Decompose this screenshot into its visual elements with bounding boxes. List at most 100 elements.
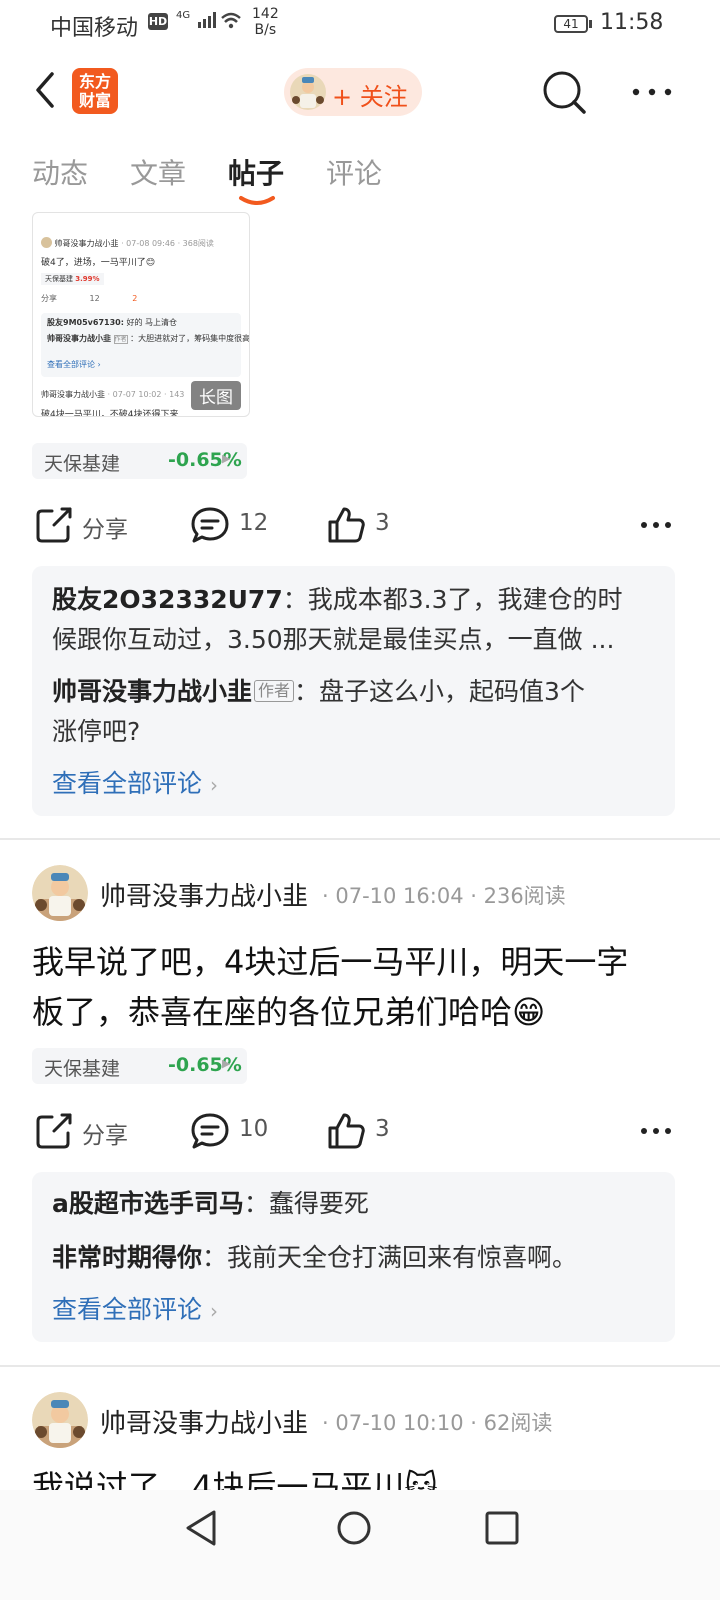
thumb-next-meta: · 07-07 10:02 · 143 bbox=[107, 390, 185, 399]
more-icon[interactable] bbox=[636, 513, 676, 553]
view-all-comments-link[interactable]: 查看全部评论 › bbox=[52, 1290, 655, 1331]
more-icon[interactable] bbox=[636, 1119, 676, 1159]
avatar[interactable] bbox=[32, 1392, 88, 1448]
post-text-line: 我早说了吧，4块过后一马平川，明天一字 bbox=[32, 943, 629, 981]
comment-preview-box[interactable]: a股超市选手司马：蠢得要死 非常时期得你：我前天全仓打满回来有惊喜啊。 查看全部… bbox=[32, 1172, 675, 1342]
long-image-thumbnail[interactable]: 帅哥没事力战小韭 · 07-08 09:46 · 368阅读 破4了，进场，一马… bbox=[32, 212, 250, 417]
thumb-actions: 分享 12 2 bbox=[41, 293, 137, 304]
stock-name: 天保基建 bbox=[44, 453, 121, 475]
nav-back-icon[interactable] bbox=[182, 1508, 222, 1548]
carrier-label: 中国移动 bbox=[50, 16, 139, 41]
speed-unit: B/s bbox=[254, 22, 277, 38]
thumb-avatar bbox=[41, 237, 52, 248]
tab-comments[interactable]: 评论 bbox=[326, 152, 382, 192]
post-action-bar: 分享 10 3 bbox=[32, 1106, 692, 1156]
comment-item: 股友2O32332U77：我成本都3.3了，我建仓的时 bbox=[52, 580, 655, 620]
stock-chip[interactable]: 天保基建 -0.65% ▶ bbox=[32, 1048, 247, 1084]
thumb-author: 帅哥没事力战小韭 bbox=[54, 239, 119, 248]
comment-user[interactable]: a股超市选手司马 bbox=[52, 1189, 244, 1218]
share-button[interactable]: 分享 bbox=[82, 1116, 128, 1150]
comment-user[interactable]: 非常时期得你 bbox=[52, 1243, 202, 1272]
battery-icon: 41 bbox=[554, 15, 588, 33]
network-type: 4G bbox=[176, 10, 191, 21]
post-action-bar: 分享 12 3 bbox=[32, 500, 692, 550]
post-author[interactable]: 帅哥没事力战小韭 bbox=[100, 876, 308, 913]
thumb-comment-box: 股友9M05v67130: 好的 马上清仓 帅哥没事力战小韭 作者 ：大胆进就对… bbox=[41, 313, 249, 377]
active-tab-indicator bbox=[238, 193, 276, 207]
thumb-next-author: 帅哥没事力战小韭 bbox=[41, 390, 105, 399]
like-count[interactable]: 3 bbox=[375, 1116, 390, 1142]
chevron-right-icon: › bbox=[209, 1299, 218, 1323]
comment-count[interactable]: 10 bbox=[239, 1116, 268, 1142]
comment-user[interactable]: 股友2O32332U77 bbox=[52, 585, 283, 614]
post-text-line: 我说过了，4块后一马平川🐱 bbox=[32, 1468, 438, 1490]
post-meta: · 07-10 16:04 · 236阅读 bbox=[322, 884, 566, 908]
thumb-comments: 12 bbox=[89, 294, 100, 303]
chevron-right-icon: ▶ bbox=[222, 1057, 231, 1070]
share-button[interactable]: 分享 bbox=[82, 510, 128, 544]
post-author[interactable]: 帅哥没事力战小韭 bbox=[100, 1403, 308, 1440]
avatar[interactable] bbox=[32, 865, 88, 921]
comment-text-continued: 涨停吧? bbox=[52, 717, 141, 746]
status-bar: 中国移动 HD 4G 142 B/s 41 11:58 bbox=[0, 0, 720, 50]
thumb-likes: 2 bbox=[132, 294, 138, 303]
app-logo[interactable]: 东方 财富 bbox=[72, 68, 118, 114]
follow-button[interactable]: + 关注 bbox=[284, 68, 422, 116]
search-icon[interactable] bbox=[540, 68, 588, 116]
more-icon[interactable] bbox=[628, 80, 676, 104]
like-count[interactable]: 3 bbox=[375, 510, 390, 536]
comment-text: ：我前天全仓打满回来有惊喜啊。 bbox=[202, 1243, 578, 1272]
comment-text: ：我成本都3.3了，我建仓的时 bbox=[282, 585, 623, 614]
comment-text: ：蠢得要死 bbox=[243, 1189, 369, 1218]
thumb-reply1: 股友9M05v67130: 好的 马上清仓 bbox=[47, 317, 177, 328]
comment-count[interactable]: 12 bbox=[239, 510, 268, 536]
thumb-header: 帅哥没事力战小韭 · 07-08 09:46 · 368阅读 bbox=[41, 237, 214, 249]
thumb-next-header: 帅哥没事力战小韭 · 07-07 10:02 · 143 bbox=[41, 389, 184, 400]
like-icon[interactable] bbox=[326, 505, 366, 545]
thumb-share: 分享 bbox=[41, 294, 57, 303]
thumb-stock-pct: 3.99% bbox=[75, 275, 100, 283]
post-divider bbox=[0, 1365, 720, 1367]
tab-articles[interactable]: 文章 bbox=[130, 152, 186, 192]
post-divider bbox=[0, 838, 720, 840]
follow-label: + 关注 bbox=[332, 83, 408, 111]
thumb-stock-name: 天保基建 bbox=[45, 275, 73, 283]
comment-preview-box[interactable]: 股友2O32332U77：我成本都3.3了，我建仓的时 候跟你互动过，3.50那… bbox=[32, 566, 675, 816]
thumb-view-all: 查看全部评论 › bbox=[47, 360, 101, 369]
nav-recents-icon[interactable] bbox=[484, 1510, 520, 1546]
network-speed: 142 B/s bbox=[252, 6, 279, 38]
thumb-reply2-badge: 作者 bbox=[113, 335, 128, 344]
comment-text-continued: 候跟你互动过，3.50那天就是最佳买点，一直做 ... bbox=[52, 625, 615, 654]
comment-item: a股超市选手司马：蠢得要死 bbox=[52, 1184, 655, 1224]
view-all-label: 查看全部评论 bbox=[52, 769, 203, 798]
nav-home-icon[interactable] bbox=[334, 1508, 374, 1548]
share-icon[interactable] bbox=[34, 1111, 74, 1151]
chevron-right-icon: ▶ bbox=[222, 452, 231, 465]
tab-posts[interactable]: 帖子 bbox=[228, 152, 284, 192]
comment-item: 非常时期得你：我前天全仓打满回来有惊喜啊。 bbox=[52, 1238, 655, 1278]
avatar bbox=[290, 74, 326, 110]
post-body[interactable]: 我说过了，4块后一马平川🐱 bbox=[32, 1462, 672, 1490]
thumb-reply2-text: ：大胆进就对了，筹码集中度很高了。 bbox=[130, 334, 250, 343]
tab-dynamics[interactable]: 动态 bbox=[32, 152, 88, 192]
logo-line1: 东方 bbox=[78, 72, 111, 91]
view-all-label: 查看全部评论 bbox=[52, 1295, 203, 1324]
like-icon[interactable] bbox=[326, 1111, 366, 1151]
long-image-tag: 长图 bbox=[191, 381, 241, 410]
stock-change: -0.65% bbox=[168, 1054, 242, 1076]
post-text-line: 板了，恭喜在座的各位兄弟们哈哈😁 bbox=[32, 993, 546, 1031]
back-arrow-icon[interactable] bbox=[28, 68, 68, 112]
view-all-comments-link[interactable]: 查看全部评论 › bbox=[52, 764, 655, 805]
comment-icon[interactable] bbox=[190, 505, 230, 545]
system-nav-bar bbox=[0, 1490, 720, 1600]
comment-user[interactable]: 帅哥没事力战小韭 bbox=[52, 677, 252, 706]
thumb-meta: · 07-08 09:46 · 368阅读 bbox=[121, 239, 214, 248]
comment-icon[interactable] bbox=[190, 1111, 230, 1151]
post-body[interactable]: 我早说了吧，4块过后一马平川，明天一字 板了，恭喜在座的各位兄弟们哈哈😁 bbox=[32, 937, 672, 1037]
chevron-right-icon: › bbox=[209, 773, 218, 797]
stock-chip[interactable]: 天保基建 -0.65% ▶ bbox=[32, 443, 247, 479]
share-icon[interactable] bbox=[34, 505, 74, 545]
thumb-next-text: 破4块一马平川，不破4块还得下来 bbox=[41, 410, 179, 417]
signal-icon: 4G bbox=[176, 10, 246, 32]
battery-tip bbox=[589, 20, 592, 28]
